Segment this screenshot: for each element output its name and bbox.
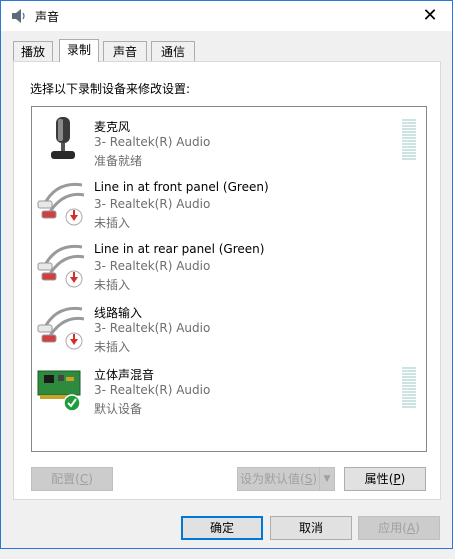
device-driver: 3- Realtek(R) Audio [94, 383, 211, 397]
device-item-microphone[interactable]: 麦克风 3- Realtek(R) Audio 准备就绪 [32, 111, 426, 171]
cancel-button[interactable]: 取消 [270, 516, 352, 540]
set-default-button[interactable]: 设为默认值(S) [237, 467, 320, 491]
device-item-stereo-mix[interactable]: 立体声混音 3- Realtek(R) Audio 默认设备 [32, 359, 426, 419]
device-status: 未插入 [94, 216, 131, 230]
recording-device-list[interactable]: 麦克风 3- Realtek(R) Audio 准备就绪 Line in at … [31, 106, 427, 452]
device-name: Line in at front panel (Green) [94, 180, 269, 194]
level-meter [402, 119, 416, 161]
device-item-front-line-in[interactable]: Line in at front panel (Green) 3- Realte… [32, 173, 426, 233]
device-status: 未插入 [94, 340, 131, 354]
device-status: 默认设备 [94, 402, 143, 416]
sound-card-icon [37, 370, 81, 412]
tab-recording[interactable]: 录制 [59, 39, 99, 62]
device-item-line-in[interactable]: 线路输入 3- Realtek(R) Audio 未插入 [32, 297, 426, 357]
title-bar: 声音 ✕ [1, 1, 452, 31]
ok-button[interactable]: 确定 [181, 516, 263, 540]
rca-cable-icon [37, 182, 85, 226]
device-status: 准备就绪 [94, 154, 143, 168]
rca-cable-icon [37, 306, 85, 350]
panel-prompt: 选择以下录制设备来修改设置: [30, 82, 191, 96]
speaker-icon [12, 9, 25, 23]
device-driver: 3- Realtek(R) Audio [94, 135, 211, 149]
background-window-bottom [0, 549, 455, 559]
microphone-icon [51, 117, 75, 159]
device-name: 线路输入 [94, 306, 143, 320]
close-button[interactable]: ✕ [408, 1, 452, 31]
rca-cable-icon [37, 244, 85, 288]
device-name: Line in at rear panel (Green) [94, 242, 265, 256]
sound-dialog: 声音 ✕ 播放 录制 声音 通信 选择以下录制设备来修改设置: 麦克风 3- R… [0, 0, 453, 549]
device-item-rear-line-in[interactable]: Line in at rear panel (Green) 3- Realtek… [32, 235, 426, 295]
device-status: 未插入 [94, 278, 131, 292]
apply-button[interactable]: 应用(A) [358, 516, 440, 540]
tab-playback[interactable]: 播放 [13, 41, 53, 61]
device-driver: 3- Realtek(R) Audio [94, 197, 211, 211]
properties-button[interactable]: 属性(P) [344, 467, 426, 491]
window-title: 声音 [35, 10, 60, 24]
device-driver: 3- Realtek(R) Audio [94, 321, 211, 335]
recording-panel: 选择以下录制设备来修改设置: 麦克风 3- Realtek(R) Audio 准… [13, 61, 441, 500]
configure-button[interactable]: 配置(C) [31, 467, 113, 491]
device-name: 麦克风 [94, 120, 131, 134]
device-driver: 3- Realtek(R) Audio [94, 259, 211, 273]
level-meter [402, 367, 416, 409]
set-default-dropdown[interactable]: ▼ [319, 467, 335, 491]
device-name: 立体声混音 [94, 368, 155, 382]
tab-sounds[interactable]: 声音 [103, 41, 147, 61]
tab-communications[interactable]: 通信 [151, 41, 195, 61]
